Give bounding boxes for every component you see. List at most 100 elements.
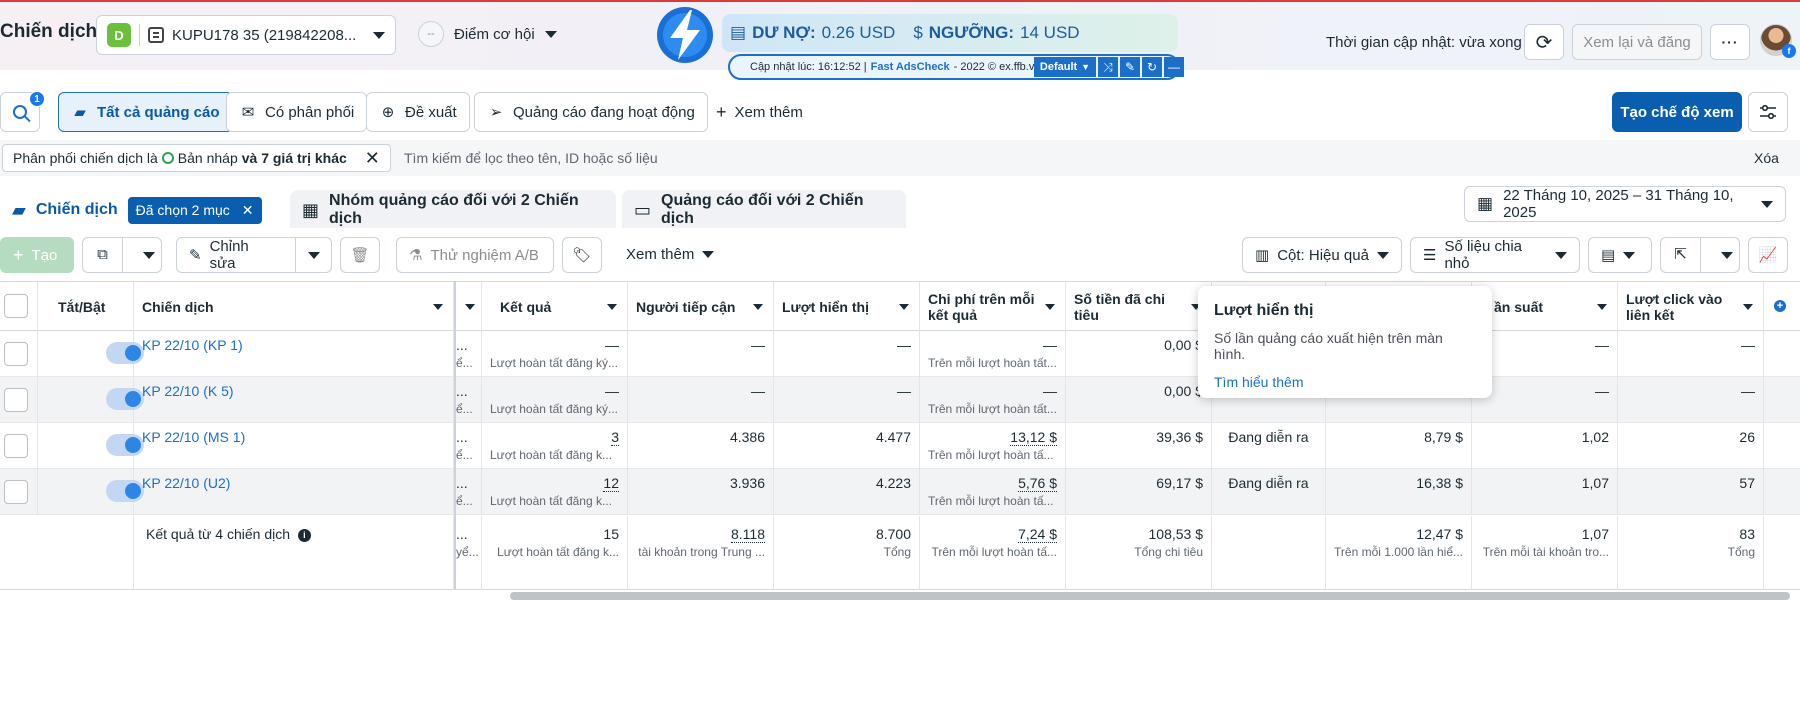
lightning-logo-icon[interactable] [654,4,716,66]
chevron-down-icon [1761,200,1773,208]
profile-select[interactable]: Default ▼ [1034,57,1096,77]
summary-spacer [0,516,134,590]
summary-sub: Tổng chi tiêu [1134,545,1203,559]
column-header-link-clicks[interactable]: Lượt click vào liên kết [1618,282,1764,331]
filter-chip[interactable]: Phân phối chiến dịch là Bản nháp và 7 gi… [2,144,391,172]
export-button[interactable]: ⇱ [1660,237,1740,273]
filter-active-ads[interactable]: ➢ Quảng cáo đang hoạt động [474,92,708,132]
tab-ads[interactable]: ▭ Quảng cáo đối với 2 Chiến dịch [622,190,906,230]
row-toggle-cell [38,377,144,423]
table-row[interactable]: KP 22/10 (KP 1)... ể... — Lượt hoàn tất đăn… [0,331,1800,377]
learn-more-link[interactable]: Tìm hiểu thêm [1214,374,1476,390]
cell-spend: 0,00 $ [1066,331,1212,377]
edit-icon[interactable]: ✎ [1120,57,1140,77]
close-icon[interactable]: ✕ [242,202,254,219]
filter-search-input[interactable]: Tìm kiếm để lọc theo tên, ID hoặc số liệ… [404,150,658,166]
draft-status-icon [161,152,174,164]
frozen-column-divider[interactable] [454,281,456,589]
cell-value: 4.477 [875,429,911,445]
summary-sub: tài khoản trong Trung ... [638,545,765,559]
info-icon[interactable]: i [297,528,311,542]
chevron-down-icon [544,30,557,38]
column-header-truncated[interactable] [456,282,482,331]
chevron-down-icon: ▼ [1081,62,1091,72]
summary-sub: Tổng [883,545,911,559]
review-publish-button[interactable]: Xem lại và đăng [1572,24,1702,60]
chevron-down-icon [373,31,385,39]
reports-button[interactable]: ▤ [1588,237,1652,273]
selected-pill[interactable]: Đã chọn 2 mục ✕ [127,196,262,224]
table-row[interactable]: KP 22/10 (K 5)... ể... — Lượt hoàn tất đăng… [0,377,1800,423]
chart-view-button[interactable]: 📈 [1748,237,1788,273]
delete-button[interactable]: 🗑 [340,237,380,273]
table-row[interactable]: KP 22/10 (U2)... ể... 12 Lượt hoàn tất đăng… [0,469,1800,515]
horizontal-scrollbar[interactable] [510,592,1790,600]
column-header-results[interactable]: Kết quả [482,282,628,331]
column-header-cost-per-result[interactable]: Chi phí trên mỗi kết quả [920,282,1066,331]
cell-value: — [1595,383,1609,399]
clear-filters-link[interactable]: Xóa [1754,150,1779,166]
column-header-spend[interactable]: Số tiền đã chi tiêu [1066,282,1212,331]
cell-value: Đang diễn ra [1228,429,1309,445]
more-options-button[interactable]: ··· [1710,24,1750,60]
filter-all-ads[interactable]: ▰ Tất cả quảng cáo [58,92,233,132]
create-view-button[interactable]: Tạo chế độ xem [1612,92,1742,132]
campaign-name-link[interactable]: KP 22/10 (K 5) [142,383,234,399]
table-row[interactable]: KP 22/10 (MS 1)... ể... 3 Lượt hoàn tất đăn… [0,423,1800,469]
edit-button[interactable]: ✎ Chỉnh sửa [176,237,332,273]
minimize-icon[interactable]: — [1164,57,1184,77]
column-header-reach[interactable]: Người tiếp cận [628,282,774,331]
filter-recommendations[interactable]: ⊕ Đề xuất [366,92,470,132]
refresh-icon[interactable]: ↻ [1142,57,1162,77]
toolbar-more-button[interactable]: Xem thêm [626,246,715,263]
row-checkbox[interactable] [4,342,28,366]
opportunity-score-dropdown[interactable]: -- Điểm cơ hội [418,21,557,47]
tab-campaigns[interactable]: ▰ Chiến dịch Đã chọn 2 mục ✕ [0,190,284,230]
row-checkbox[interactable] [4,388,28,412]
account-selector[interactable]: D KUPU178 35 (219842208... [96,15,396,55]
close-icon[interactable]: ✕ [365,148,380,169]
search-button[interactable]: 1 [0,91,45,132]
cell-value: 4.223 [875,475,911,491]
create-button[interactable]: + Tạo [0,237,74,273]
cell-sub: Trên mỗi lượt hoàn tấ... [928,494,1054,508]
plus-icon: + [13,244,24,265]
filter-delivering[interactable]: ✉ Có phân phối [226,92,368,132]
date-range-picker[interactable]: ▦ 22 Tháng 10, 2025 – 31 Tháng 10, 2025 [1464,186,1786,222]
shuffle-icon[interactable]: ⤨ [1098,57,1118,77]
edit-dropdown[interactable] [295,238,331,272]
cell-value: 3.936 [729,475,765,491]
refresh-button[interactable]: ⟳ [1524,24,1564,60]
chevron-down-icon [1743,304,1753,310]
arrow-up-circle-icon: ⊕ [381,104,395,121]
chevron-down-icon [702,251,715,258]
debt-value: 0.26 USD [821,23,896,42]
column-header-toggle[interactable]: Tắt/Bật [38,282,134,331]
tooltip-title: Lượt hiển thị [1214,302,1314,319]
duplicate-button[interactable]: ⧉ [82,237,162,273]
campaign-name-link[interactable]: KP 22/10 (MS 1) [142,429,245,445]
select-all-checkbox[interactable] [4,294,28,318]
add-column-icon[interactable]: + [1774,300,1786,312]
campaign-name-link[interactable]: KP 22/10 (U2) [142,475,230,491]
row-checkbox[interactable] [4,480,28,504]
ab-test-button[interactable]: ⚗ Thử nghiệm A/B [396,237,554,273]
tab-adsets[interactable]: ▦ Nhóm quảng cáo đối với 2 Chiến dịch [290,190,616,230]
row-checkbox[interactable] [4,434,28,458]
breakdown-button[interactable]: ☰ Số liệu chia nhỏ [1410,237,1580,273]
flask-icon: ⚗ [409,247,423,264]
filter-more-button[interactable]: + Xem thêm [716,102,803,123]
breakdown-label: Số liệu chia nhỏ [1444,238,1523,272]
chevron-down-icon [1376,251,1389,259]
column-header-campaign[interactable]: Chiến dịch [134,282,454,331]
column-header-frequency[interactable]: ần suất [1472,282,1618,331]
column-label: Kết quả [500,298,552,315]
campaign-name-link[interactable]: KP 22/10 (KP 1) [142,337,243,353]
column-header-impressions[interactable]: Lượt hiển thị [774,282,920,331]
columns-button[interactable]: ▥ Cột: Hiệu quả [1242,237,1402,273]
settings-button[interactable] [1748,92,1788,132]
cell-spend: 69,17 $ [1066,469,1212,515]
tag-button[interactable]: 🏷 [562,237,602,273]
cell-value: 8,79 $ [1424,429,1463,445]
ellipsis-icon: ··· [1721,34,1739,50]
